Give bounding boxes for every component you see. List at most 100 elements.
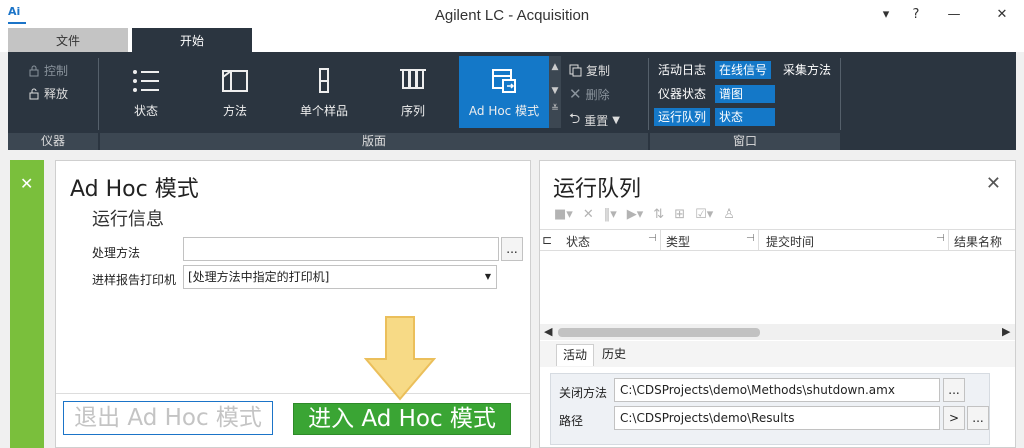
copy-button[interactable]: 复制	[569, 62, 610, 79]
close-icon[interactable]: ✕	[20, 174, 33, 193]
unlock-icon	[29, 88, 39, 100]
group-label-window: 窗口	[650, 133, 840, 150]
scroll-left-icon[interactable]: ◀	[544, 325, 552, 338]
delete-button[interactable]: ✕ 删除	[569, 85, 610, 103]
window-instrument-status[interactable]: 仪器状态	[654, 85, 710, 103]
play-icon[interactable]: ▶▾	[627, 207, 644, 222]
reorder-icon[interactable]: ⇅	[653, 207, 664, 222]
group-label-instrument: 仪器	[8, 133, 98, 150]
sequence-label: 序列	[400, 104, 425, 118]
column-header-status[interactable]: 状态	[566, 233, 590, 250]
list-icon	[133, 70, 159, 92]
path-label: 路径	[559, 414, 584, 428]
copy-label: 复制	[586, 64, 611, 78]
window-run-queue[interactable]: 运行队列	[654, 108, 711, 126]
adhoc-panel: Ad Hoc 模式 运行信息 处理方法 ... 进样报告打印机 [处理方法中指定…	[55, 160, 531, 448]
ribbon-tabs: 文件 开始	[0, 28, 1024, 52]
adhoc-mode-label: Ad Hoc 模式	[468, 104, 540, 118]
gallery-scroll[interactable]: ▲ ▼ ≚	[549, 56, 561, 128]
ribbon-divider	[98, 58, 99, 130]
vial-icon	[319, 68, 329, 93]
column-divider	[948, 230, 949, 250]
queue-tree-icon[interactable]: ⊞	[674, 207, 685, 222]
reset-label: 重置	[584, 113, 609, 128]
column-header-submit-time[interactable]: 提交时间	[766, 233, 814, 250]
column-chooser-icon[interactable]: ⊏	[542, 233, 552, 247]
section-title: 运行信息	[92, 209, 164, 230]
column-header-type[interactable]: 类型	[666, 233, 690, 250]
window-activity-log[interactable]: 活动日志	[654, 61, 710, 79]
close-icon[interactable]: ✕	[986, 173, 1001, 194]
control-button[interactable]: 控制	[28, 62, 68, 79]
printer-label: 进样报告打印机	[92, 273, 177, 287]
reset-button[interactable]: ⮌ 重置 ▼	[569, 108, 620, 132]
release-button[interactable]: 释放	[28, 85, 68, 102]
cancel-icon[interactable]: ✕	[583, 207, 594, 222]
result-path-input[interactable]: C:\CDSProjects\demo\Results	[614, 406, 940, 430]
window-spectrum[interactable]: 谱图	[715, 85, 775, 103]
chevron-down-icon[interactable]: ▼	[485, 266, 491, 288]
tab-file[interactable]: 文件	[8, 28, 128, 52]
browse-path-button[interactable]: ...	[967, 406, 989, 430]
help-icon[interactable]: ?	[906, 6, 926, 24]
chevron-down-icon[interactable]: ▼	[612, 115, 620, 126]
pause-icon[interactable]: ‖▾	[604, 207, 617, 222]
adhoc-mode-button[interactable]: Ad Hoc 模式	[459, 56, 549, 128]
column-header-result-name[interactable]: 结果名称	[954, 233, 1002, 250]
shutdown-method-label: 关闭方法	[559, 386, 608, 400]
window-title: Agilent LC - Acquisition	[434, 7, 590, 24]
browse-shutdown-button[interactable]: ...	[943, 378, 965, 402]
window-online-signal[interactable]: 在线信号	[715, 61, 772, 79]
queue-toolbar: ■▾ ✕ ‖▾ ▶▾ ⇅ ⊞ ☑▾ ♙	[554, 204, 735, 224]
printer-select[interactable]: [处理方法中指定的打印机] ▼	[183, 265, 497, 289]
chevron-down-icon[interactable]: ▼	[549, 86, 561, 96]
minimize-icon[interactable]: —	[944, 6, 964, 24]
sequence-button[interactable]: 序列	[372, 56, 454, 128]
enter-adhoc-button[interactable]: 进入 Ad Hoc 模式	[293, 403, 511, 435]
processing-method-input[interactable]	[183, 237, 499, 261]
scroll-thumb[interactable]	[558, 328, 760, 337]
title-bar: Ai Agilent LC - Acquisition ▾ ? — ✕	[0, 0, 1024, 30]
vial-rack-icon	[400, 69, 426, 89]
group-label-layout: 版面	[100, 133, 648, 150]
filter-icon[interactable]: ☑▾	[695, 207, 713, 222]
stop-icon[interactable]: ■▾	[554, 207, 573, 222]
adhoc-side-bar: ✕	[10, 160, 44, 448]
run-queue-panel: 运行队列 ✕ ■▾ ✕ ‖▾ ▶▾ ⇅ ⊞ ☑▾ ♙ ⊏ 状态 ⊣ 类型 ⊣ 提…	[539, 160, 1016, 448]
pin-icon[interactable]: ⊣	[936, 233, 945, 244]
horizontal-scrollbar[interactable]: ◀ ▶	[540, 324, 1015, 340]
tab-active[interactable]: 活动	[556, 344, 595, 366]
panel-title: 运行队列	[553, 177, 642, 202]
close-window-icon[interactable]: ✕	[992, 6, 1012, 24]
ribbon-pin-icon[interactable]: ▾	[876, 6, 896, 24]
ribbon-divider	[840, 58, 841, 130]
exit-adhoc-button[interactable]: 退出 Ad Hoc 模式	[63, 401, 273, 435]
path-expand-button[interactable]: >	[943, 406, 965, 430]
method-view-label: 方法	[222, 104, 247, 118]
browse-method-button[interactable]: ...	[501, 237, 523, 261]
tab-history[interactable]: 历史	[596, 344, 632, 366]
processing-method-label: 处理方法	[92, 246, 141, 260]
pin-icon[interactable]: ⊣	[746, 233, 755, 244]
scroll-right-icon[interactable]: ▶	[1002, 325, 1010, 338]
user-icon[interactable]: ♙	[723, 207, 735, 222]
adhoc-icon	[492, 69, 516, 93]
ribbon-divider	[648, 58, 649, 130]
footer-divider	[56, 393, 530, 394]
pin-icon[interactable]: ⊣	[648, 233, 657, 244]
status-view-button[interactable]: 状态	[105, 56, 187, 128]
window-acquire-method[interactable]: 采集方法	[779, 61, 835, 79]
undo-icon: ⮌	[569, 111, 581, 127]
method-view-button[interactable]: 方法	[194, 56, 276, 128]
lock-icon	[29, 65, 39, 77]
delete-icon: ✕	[569, 85, 582, 103]
release-label: 释放	[44, 87, 69, 101]
single-sample-button[interactable]: 单个样品	[283, 56, 365, 128]
shutdown-method-input[interactable]: C:\CDSProjects\demo\Methods\shutdown.amx	[614, 378, 940, 402]
window-status[interactable]: 状态	[715, 108, 775, 126]
tab-start[interactable]: 开始	[132, 28, 252, 52]
panel-title: Ad Hoc 模式	[70, 177, 199, 202]
arrow-down-icon	[364, 316, 436, 401]
chevron-up-icon[interactable]: ▲	[549, 62, 561, 72]
expand-gallery-icon[interactable]: ≚	[549, 104, 561, 114]
